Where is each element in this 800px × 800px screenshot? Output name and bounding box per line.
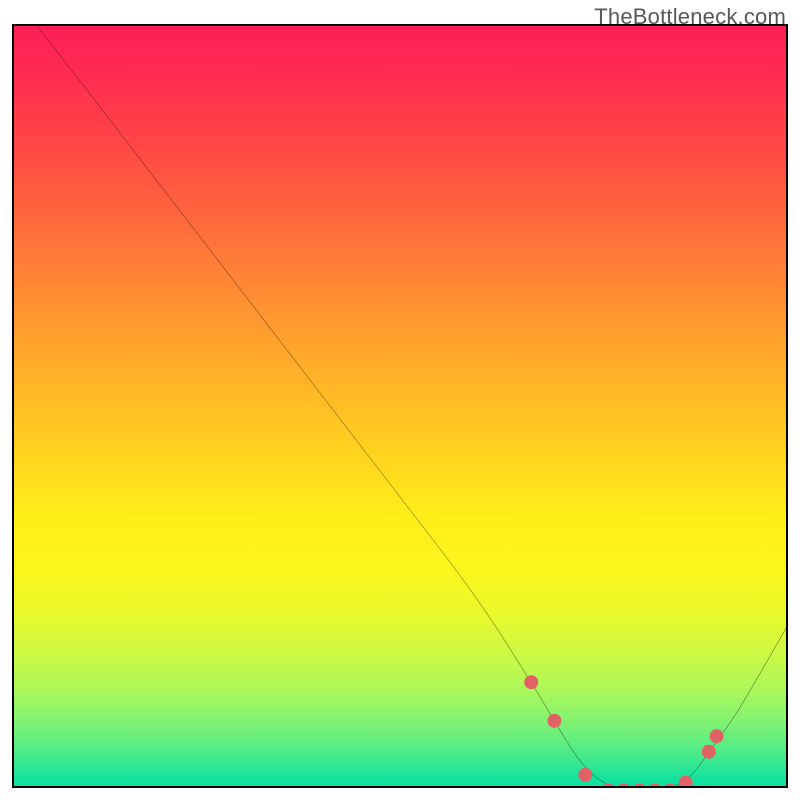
watermark-label: TheBottleneck.com	[594, 4, 786, 30]
highlight-dot	[524, 675, 538, 689]
highlight-dot	[632, 783, 646, 788]
highlight-dot	[617, 783, 631, 788]
highlight-dot	[679, 776, 693, 788]
highlight-dots	[524, 675, 723, 788]
highlight-dot	[601, 783, 615, 788]
chart-container: TheBottleneck.com	[0, 0, 800, 800]
curve-overlay	[14, 26, 786, 788]
highlight-dot	[663, 783, 677, 788]
plot-frame	[12, 24, 788, 788]
highlight-dot	[710, 729, 724, 743]
highlight-dot	[578, 768, 592, 782]
main-curve	[37, 26, 786, 788]
highlight-dot	[648, 783, 662, 788]
highlight-dot	[547, 714, 561, 728]
highlight-dot	[702, 745, 716, 759]
